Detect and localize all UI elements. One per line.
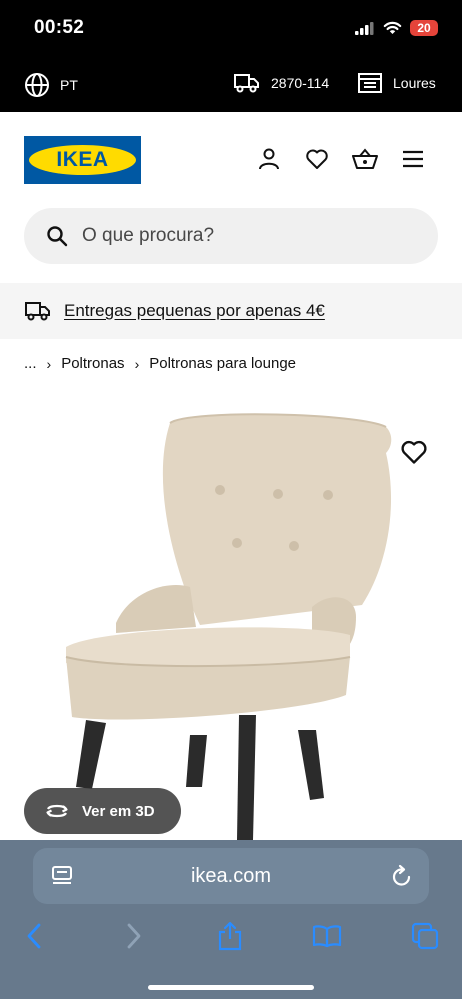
chevron-left-icon xyxy=(27,923,41,949)
search-icon xyxy=(47,226,68,247)
address-bar[interactable]: ikea.com xyxy=(33,848,429,904)
search-bar[interactable] xyxy=(24,208,438,264)
breadcrumb-item[interactable]: Poltronas xyxy=(61,355,124,372)
ikea-logo[interactable]: IKEA xyxy=(24,136,141,184)
url-text: ikea.com xyxy=(190,864,272,887)
status-time: 00:52 xyxy=(34,17,85,38)
shopping-basket-icon xyxy=(352,148,378,169)
add-to-favourites-button[interactable] xyxy=(400,439,430,469)
search-input[interactable] xyxy=(82,225,402,247)
delivery-banner[interactable]: Entregas pequenas por apenas 4€ xyxy=(0,283,462,339)
bookmarks-button[interactable] xyxy=(311,920,343,952)
status-bar: 00:52 20 xyxy=(0,0,462,58)
hamburger-menu-icon xyxy=(403,150,423,168)
delivery-truck-icon xyxy=(25,302,50,321)
heart-icon xyxy=(306,149,328,169)
breadcrumb-ellipsis[interactable]: ... xyxy=(24,355,37,372)
status-icons: 20 xyxy=(355,20,438,36)
store-icon xyxy=(358,73,382,93)
product-image-area[interactable]: Ver em 3D xyxy=(0,395,462,845)
language-selector[interactable]: PT xyxy=(24,72,78,98)
menu-button[interactable] xyxy=(400,146,426,172)
home-indicator[interactable] xyxy=(148,985,314,990)
heart-icon xyxy=(401,440,427,464)
logo-oval: IKEA xyxy=(29,145,136,175)
back-button[interactable] xyxy=(18,920,50,952)
rotate-3d-icon xyxy=(46,804,68,818)
cellular-signal-icon xyxy=(355,21,374,35)
logo-text: IKEA xyxy=(56,148,109,171)
breadcrumb-item[interactable]: Poltronas para lounge xyxy=(149,355,296,372)
header-icons xyxy=(256,146,426,172)
browser-toolbar: ikea.com xyxy=(0,840,462,999)
store-selector[interactable]: Loures xyxy=(357,72,436,94)
delivery-banner-link[interactable]: Entregas pequenas por apenas 4€ xyxy=(64,301,325,321)
store-label: Loures xyxy=(393,75,436,91)
cart-button[interactable] xyxy=(352,146,378,172)
forward-button[interactable] xyxy=(118,920,150,952)
chevron-right-icon: › xyxy=(134,355,140,372)
wifi-icon xyxy=(383,21,402,34)
delivery-truck-icon xyxy=(234,74,259,93)
armchair-image xyxy=(65,413,392,840)
globe-icon xyxy=(25,73,49,97)
tabs-icon xyxy=(411,922,439,950)
battery-indicator: 20 xyxy=(410,20,438,36)
chevron-right-icon: › xyxy=(46,355,52,372)
language-label: PT xyxy=(60,77,78,93)
delivery-location[interactable]: 2870-114 xyxy=(233,72,329,94)
browser-nav-row xyxy=(0,916,462,956)
share-button[interactable] xyxy=(214,920,246,952)
share-icon xyxy=(218,921,242,951)
chevron-right-icon xyxy=(127,923,141,949)
view-in-3d-label: Ver em 3D xyxy=(82,802,155,820)
view-in-3d-button[interactable]: Ver em 3D xyxy=(24,788,181,834)
reader-mode-icon[interactable] xyxy=(51,865,73,887)
breadcrumb: ... › Poltronas › Poltronas para lounge xyxy=(24,355,296,372)
tabs-button[interactable] xyxy=(409,920,441,952)
account-button[interactable] xyxy=(256,146,282,172)
favourites-button[interactable] xyxy=(304,146,330,172)
site-header: IKEA xyxy=(0,112,462,204)
reload-icon[interactable] xyxy=(391,864,413,888)
postal-code-label: 2870-114 xyxy=(271,75,330,91)
user-icon xyxy=(259,148,279,170)
utility-bar: PT 2870-114 Loures xyxy=(0,58,462,112)
book-icon xyxy=(312,925,342,948)
